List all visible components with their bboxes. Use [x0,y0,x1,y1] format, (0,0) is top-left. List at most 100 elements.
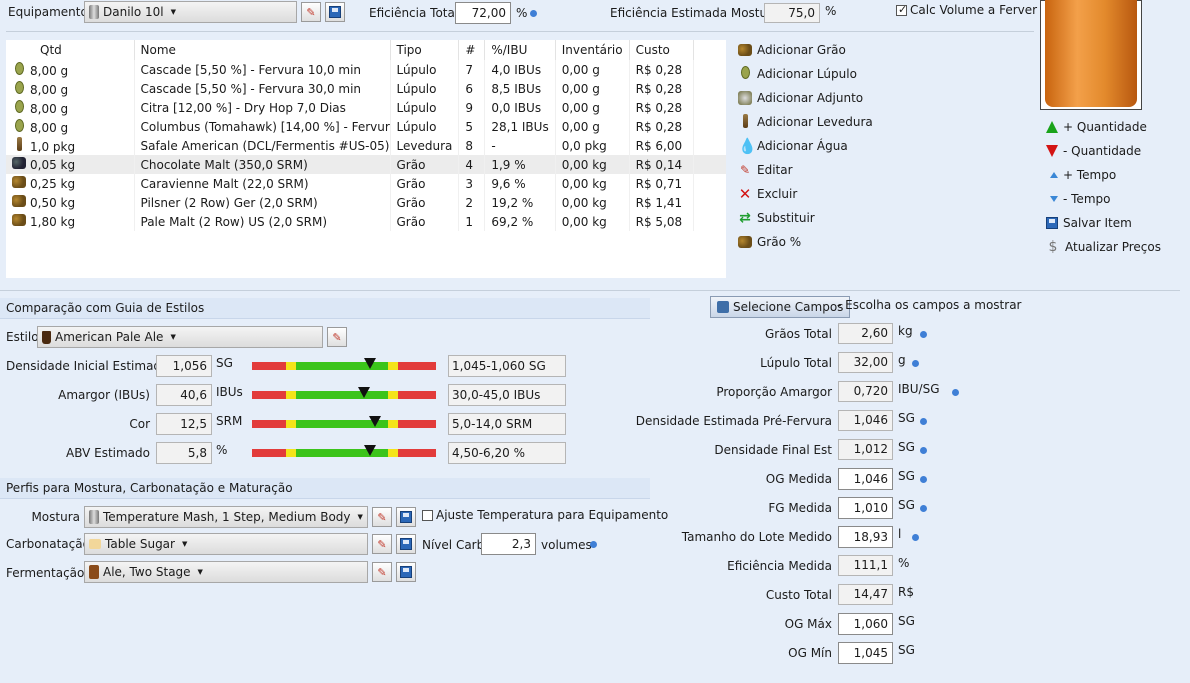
field-unit: % [898,556,910,570]
qty-down-button[interactable]: - Quantidade [1046,141,1141,161]
cell-empty [693,136,726,155]
cell-ibu: 0,0 IBUs [484,98,556,117]
save-mash-button[interactable] [396,507,416,527]
equipment-select[interactable]: Danilo 10l ▼ [84,1,297,23]
edit-style-button[interactable]: ✎ [327,327,347,347]
time-down-button[interactable]: - Tempo [1050,189,1110,209]
cell-empty [693,98,726,117]
style-select[interactable]: American Pale Ale ▼ [37,326,323,348]
info-dot-icon [920,447,927,454]
cell-nome: Cascade [5,50 %] - Fervura 30,0 min [134,79,391,98]
style-metric-label: Cor [129,417,150,431]
field-label: Proporção Amargor [716,385,832,399]
edit-mash-button[interactable]: ✎ [372,507,392,527]
update-prices-button[interactable]: $ Atualizar Preços [1046,237,1161,257]
grain-pct-button[interactable]: Grão % [738,232,801,252]
col-header[interactable]: # [458,40,486,60]
water-drop-icon: 💧 [738,137,757,155]
grain-icon [12,214,26,226]
field-input[interactable]: 18,93 [838,526,893,548]
field-label: FG Medida [768,501,832,515]
table-row[interactable]: 8,00 g Columbus (Tomahawk) [14,00 %] - Fe… [6,117,726,136]
table-row[interactable]: 1,0 pkg Safale American (DCL/Fermentis #U… [6,136,726,155]
table-row[interactable]: 8,00 g Cascade [5,50 %] - Fervura 10,0 mi… [6,60,726,79]
eff-total-input[interactable]: 72,00 [455,2,511,24]
field-unit: SG [898,411,915,425]
cell-empty [693,212,726,231]
field-input[interactable]: 1,060 [838,613,893,635]
add-yeast-button[interactable]: Adicionar Levedura [738,112,873,132]
field-unit: SG [898,440,915,454]
hop-icon [14,61,24,75]
field-unit: l [898,527,902,541]
save-ferm-button[interactable] [396,562,416,582]
hop-icon [14,80,24,94]
delete-x-icon: ✕ [738,185,752,203]
carb-level-input[interactable]: 2,3 [481,533,536,555]
qty-up-button[interactable]: + Quantidade [1046,117,1147,137]
col-header[interactable]: %/IBU [484,40,556,60]
save-equipment-button[interactable] [325,2,345,22]
field-label: Densidade Final Est [714,443,832,457]
fermenter-icon [89,565,99,579]
save-item-button[interactable]: Salvar Item [1046,213,1132,233]
delete-button[interactable]: ✕ Excluir [738,184,798,204]
add-grain-button[interactable]: Adicionar Grão [738,40,846,60]
grain-pct-label: Grão % [757,235,802,249]
cell-num: 6 [458,79,486,98]
field-input[interactable]: 1,045 [838,642,893,664]
add-water-button[interactable]: 💧 Adicionar Água [738,136,848,156]
time-up-button[interactable]: + Tempo [1050,165,1116,185]
save-carb-button[interactable] [396,534,416,554]
edit-equipment-button[interactable]: ✎ [301,2,321,22]
field-input[interactable]: 1,046 [838,468,893,490]
cell-inv: 0,00 g [555,79,630,98]
col-header[interactable]: Custo [629,40,694,60]
chevron-down-icon: ▼ [170,333,176,341]
cell-tipo: Lúpulo [390,117,460,136]
mash-label: Mostura [31,510,80,524]
table-row[interactable]: 0,50 kg Pilsner (2 Row) Ger (2,0 SRM) Grão… [6,193,726,212]
cell-num: 2 [458,193,486,212]
qty-down-label: - Quantidade [1063,144,1142,158]
add-hop-button[interactable]: Adicionar Lúpulo [738,64,857,84]
edit-carb-button[interactable]: ✎ [372,534,392,554]
table-row[interactable]: 8,00 g Cascade [5,50 %] - Fervura 30,0 mi… [6,79,726,98]
table-row[interactable]: 0,25 kg Caravienne Malt (22,0 SRM) Grão 3 9,… [6,174,726,193]
col-header[interactable]: Inventário [555,40,630,60]
replace-button[interactable]: ⇄ Substituir [738,208,815,228]
table-row[interactable]: 1,80 kg Pale Malt (2 Row) US (2,0 SRM) Grã… [6,212,726,231]
calc-volume-checkbox[interactable]: ✓ Calc Volume a Ferver [896,3,1037,17]
carb-value: Table Sugar [105,537,175,551]
style-guide-header: Comparação com Guia de Estilos [0,298,650,319]
field-unit: IBU/SG [898,382,940,396]
field-label: Tamanho do Lote Medido [681,530,832,544]
carb-label: Carbonatação [6,537,90,551]
col-header[interactable]: Tipo [390,40,460,60]
info-dot-icon [530,10,537,17]
style-range-text: 1,045-1,060 SG [448,355,566,377]
cell-num: 4 [458,155,486,174]
style-metric-unit: IBUs [216,385,243,399]
edit-ferm-button[interactable]: ✎ [372,562,392,582]
grain-icon [12,157,26,169]
ferm-select[interactable]: Ale, Two Stage ▼ [84,561,368,583]
field-unit: g [898,353,906,367]
select-fields-button[interactable]: Selecione Campos [710,296,851,318]
info-dot-icon [920,476,927,483]
cell-custo: R$ 0,28 [629,79,694,98]
carb-select[interactable]: Table Sugar ▼ [84,533,368,555]
style-metric-unit: SG [216,356,233,370]
col-header[interactable]: Nome [134,40,391,60]
field-input[interactable]: 1,010 [838,497,893,519]
add-adjunct-button[interactable]: Adicionar Adjunto [738,88,863,108]
field-unit: SG [898,614,915,628]
edit-button[interactable]: ✎ Editar [738,160,793,180]
table-row[interactable]: 8,00 g Citra [12,00 %] - Dry Hop 7,0 Dias… [6,98,726,117]
mash-select[interactable]: Temperature Mash, 1 Step, Medium Body ▼ [84,506,368,528]
col-header[interactable]: Qtd [6,40,135,60]
table-row[interactable]: 0,05 kg Chocolate Malt (350,0 SRM) Grão 4 1,… [6,155,726,174]
select-fields-hint: - Escolha os campos a mostrar [837,298,1022,312]
cell-num: 5 [458,117,486,136]
eff-mash-value: 75,0 [764,3,820,23]
